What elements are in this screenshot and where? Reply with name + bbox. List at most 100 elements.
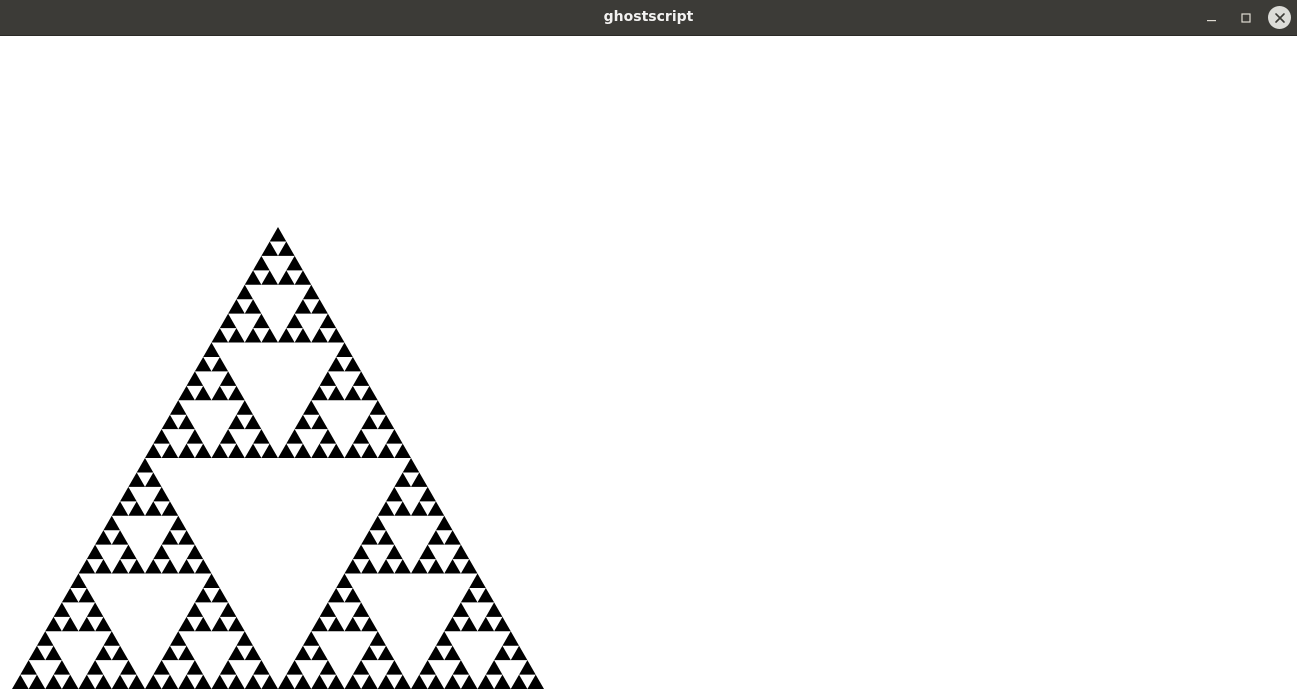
maximize-button[interactable] bbox=[1234, 6, 1257, 29]
fractal-triangle bbox=[361, 559, 378, 574]
fractal-triangle bbox=[361, 443, 378, 458]
fractal-triangle bbox=[178, 385, 195, 401]
fractal-triangle bbox=[394, 674, 411, 689]
fractal-triangle bbox=[294, 443, 312, 458]
fractal-triangle bbox=[327, 587, 345, 603]
fractal-triangle bbox=[61, 587, 79, 603]
fractal-triangle bbox=[386, 660, 403, 675]
fractal-triangle bbox=[344, 356, 362, 372]
window-title: ghostscript bbox=[603, 9, 694, 25]
title-bar[interactable]: ghostscript bbox=[0, 0, 1297, 36]
fractal-triangle bbox=[336, 342, 353, 357]
fractal-triangle bbox=[228, 414, 245, 430]
fractal-triangle bbox=[228, 616, 245, 632]
fractal-triangle bbox=[510, 645, 528, 661]
fractal-triangle bbox=[294, 328, 312, 343]
fractal-triangle bbox=[477, 616, 495, 632]
fractal-triangle bbox=[161, 530, 179, 545]
fractal-triangle bbox=[269, 227, 287, 242]
fractal-triangle bbox=[377, 501, 395, 516]
fractal-triangle bbox=[352, 544, 370, 560]
fractal-triangle bbox=[78, 559, 96, 574]
fractal-triangle bbox=[485, 602, 503, 617]
fractal-triangle bbox=[444, 645, 461, 661]
fractal-triangle bbox=[394, 472, 411, 487]
fractal-triangle bbox=[203, 342, 220, 357]
fractal-triangle bbox=[411, 501, 428, 516]
fractal-triangle bbox=[194, 443, 212, 458]
fractal-triangle bbox=[411, 559, 428, 574]
fractal-triangle bbox=[286, 660, 303, 675]
fractal-triangle bbox=[45, 616, 62, 632]
fractal-triangle bbox=[494, 674, 511, 689]
fractal-triangle bbox=[294, 674, 312, 689]
sierpinski-triangle bbox=[12, 227, 544, 689]
fractal-triangle bbox=[369, 515, 387, 531]
fractal-triangle bbox=[111, 674, 129, 689]
fractal-triangle bbox=[369, 400, 387, 415]
fractal-triangle bbox=[427, 674, 445, 689]
fractal-triangle bbox=[95, 559, 112, 574]
fractal-triangle bbox=[327, 616, 345, 632]
fractal-triangle bbox=[53, 602, 71, 617]
fractal-triangle bbox=[261, 270, 278, 285]
fractal-triangle bbox=[386, 544, 403, 560]
fractal-triangle bbox=[219, 313, 237, 329]
fractal-triangle bbox=[253, 255, 270, 271]
fractal-triangle bbox=[128, 501, 145, 516]
fractal-triangle bbox=[386, 486, 403, 502]
fractal-triangle bbox=[153, 486, 170, 502]
fractal-triangle bbox=[103, 515, 121, 531]
fractal-triangle bbox=[253, 429, 270, 444]
fractal-triangle bbox=[344, 443, 362, 458]
fractal-triangle bbox=[327, 674, 345, 689]
fractal-triangle bbox=[361, 674, 378, 689]
fractal-triangle bbox=[302, 400, 320, 415]
fractal-triangle bbox=[311, 443, 328, 458]
close-button[interactable] bbox=[1268, 6, 1291, 29]
fractal-triangle bbox=[319, 602, 337, 617]
fractal-triangle bbox=[120, 660, 137, 675]
fractal-triangle bbox=[377, 559, 395, 574]
fractal-triangle bbox=[361, 645, 378, 661]
fractal-triangle bbox=[78, 616, 96, 632]
minimize-icon bbox=[1206, 19, 1216, 21]
fractal-triangle bbox=[228, 645, 245, 661]
fractal-triangle bbox=[211, 587, 229, 603]
fractal-triangle bbox=[327, 328, 345, 343]
fractal-triangle bbox=[394, 559, 411, 574]
fractal-triangle bbox=[145, 472, 162, 487]
fractal-triangle bbox=[344, 587, 362, 603]
fractal-triangle bbox=[228, 385, 245, 401]
fractal-triangle bbox=[344, 616, 362, 632]
fractal-triangle bbox=[153, 660, 170, 675]
fractal-triangle bbox=[45, 674, 62, 689]
fractal-triangle bbox=[211, 616, 229, 632]
fractal-triangle bbox=[302, 284, 320, 300]
fractal-triangle bbox=[344, 559, 362, 574]
fractal-triangle bbox=[278, 674, 295, 689]
fractal-triangle bbox=[527, 674, 544, 689]
fractal-triangle bbox=[460, 559, 478, 574]
fractal-triangle bbox=[219, 371, 237, 386]
fractal-triangle bbox=[161, 645, 179, 661]
fractal-triangle bbox=[377, 530, 395, 545]
fractal-triangle bbox=[444, 674, 461, 689]
fractal-triangle bbox=[178, 443, 195, 458]
fractal-triangle bbox=[178, 674, 195, 689]
fractal-triangle bbox=[111, 530, 129, 545]
fractal-triangle bbox=[327, 356, 345, 372]
fractal-triangle bbox=[228, 443, 245, 458]
fractal-triangle bbox=[427, 501, 445, 516]
fractal-triangle bbox=[211, 328, 229, 343]
fractal-triangle bbox=[211, 356, 229, 372]
fractal-triangle bbox=[194, 587, 212, 603]
fractal-triangle bbox=[494, 645, 511, 661]
fractal-triangle bbox=[294, 299, 312, 314]
fractal-triangle bbox=[186, 602, 204, 617]
fractal-triangle bbox=[460, 616, 478, 632]
fractal-triangle bbox=[294, 645, 312, 661]
fractal-triangle bbox=[45, 645, 62, 661]
minimize-button[interactable] bbox=[1200, 6, 1223, 29]
fractal-triangle bbox=[377, 414, 395, 430]
